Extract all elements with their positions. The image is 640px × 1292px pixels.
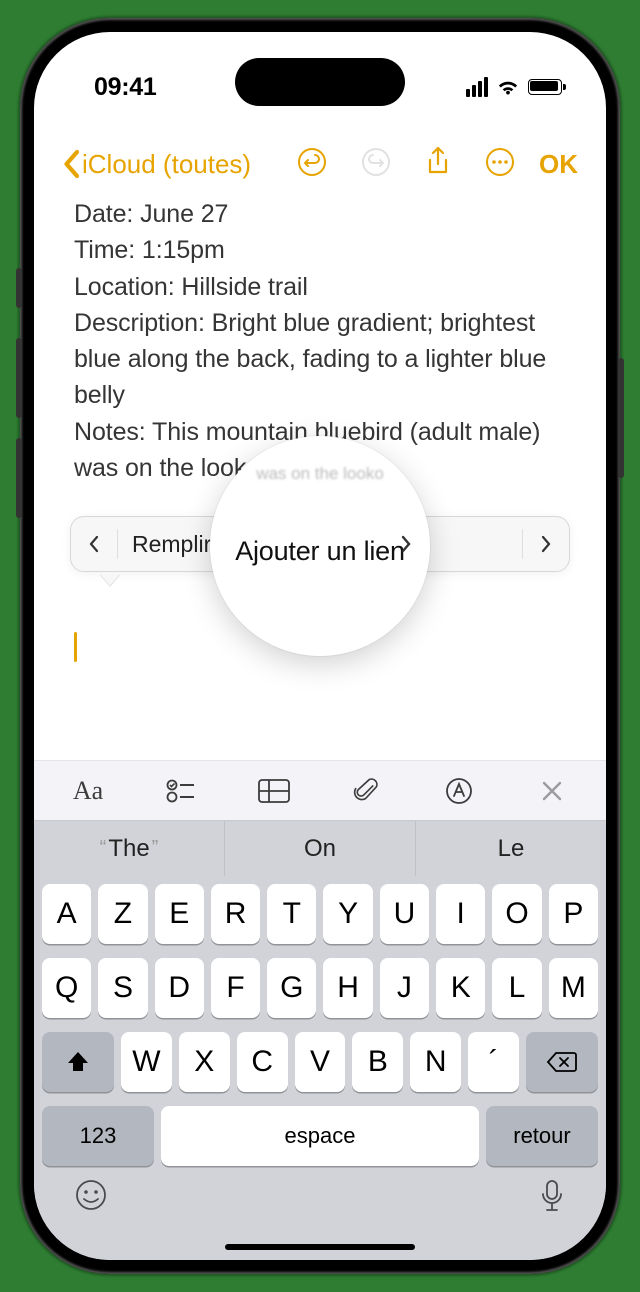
key-q[interactable]: Q (42, 958, 91, 1018)
close-icon (540, 779, 564, 803)
markup-button[interactable] (439, 777, 479, 805)
key-i[interactable]: I (436, 884, 485, 944)
checklist-button[interactable] (161, 778, 201, 804)
chevron-right-icon (400, 533, 412, 559)
note-line: Date: June 27 (74, 196, 566, 232)
magnifier: was on the looko Ajouter un lien (210, 436, 430, 656)
key-y[interactable]: Y (323, 884, 372, 944)
menu-tail (100, 574, 120, 586)
key-g[interactable]: G (267, 958, 316, 1018)
home-indicator[interactable] (225, 1244, 415, 1250)
menu-prev-button[interactable] (71, 535, 117, 553)
dynamic-island (235, 58, 405, 106)
key-a[interactable]: A (42, 884, 91, 944)
note-line: Location: Hillside trail (74, 269, 566, 305)
wifi-icon (496, 78, 520, 96)
key-r[interactable]: R (211, 884, 260, 944)
checklist-icon (166, 778, 196, 804)
screen: 09:41 iCloud (toutes) (34, 32, 606, 1260)
chevron-left-icon (62, 149, 80, 179)
emoji-button[interactable] (74, 1178, 108, 1219)
key-´[interactable]: ´ (468, 1032, 519, 1092)
suggestion-3[interactable]: Le (415, 821, 606, 876)
text-cursor (74, 632, 77, 662)
key-l[interactable]: L (492, 958, 541, 1018)
keyboard: AZERTYUIOP QSDFGHJKLM WXCVBN´ 123 espace… (34, 876, 606, 1260)
redo-button (361, 147, 391, 182)
delete-key[interactable] (526, 1032, 598, 1092)
more-button[interactable] (485, 147, 515, 182)
table-button[interactable] (254, 778, 294, 804)
undo-button[interactable] (297, 147, 327, 182)
markup-icon (445, 777, 473, 805)
phone-frame: 09:41 iCloud (toutes) (20, 18, 620, 1274)
key-h[interactable]: H (323, 958, 372, 1018)
return-key[interactable]: retour (486, 1106, 598, 1166)
status-right (466, 77, 562, 97)
format-toolbar: Aa (34, 760, 606, 820)
note-line: Time: 1:15pm (74, 232, 566, 268)
mic-icon (538, 1178, 566, 1214)
share-icon (425, 146, 451, 178)
key-c[interactable]: C (237, 1032, 288, 1092)
table-icon (257, 778, 291, 804)
cellular-icon (466, 77, 488, 97)
battery-icon (528, 79, 562, 95)
paperclip-icon (353, 776, 379, 806)
chevron-left-icon (88, 535, 100, 553)
note-line: Description: Bright blue gradient; brigh… (74, 305, 566, 414)
key-s[interactable]: S (98, 958, 147, 1018)
share-button[interactable] (425, 146, 451, 183)
emoji-icon (74, 1178, 108, 1212)
key-n[interactable]: N (410, 1032, 461, 1092)
key-d[interactable]: D (155, 958, 204, 1018)
text-format-button[interactable]: Aa (68, 776, 108, 806)
numbers-key[interactable]: 123 (42, 1106, 154, 1166)
magnifier-main-text: Ajouter un lien (235, 536, 405, 567)
suggestion-1[interactable]: The (34, 821, 224, 876)
key-k[interactable]: K (436, 958, 485, 1018)
nav-bar: iCloud (toutes) OK (34, 132, 606, 196)
chevron-right-icon (540, 535, 552, 553)
key-x[interactable]: X (179, 1032, 230, 1092)
space-key[interactable]: espace (161, 1106, 479, 1166)
delete-icon (546, 1050, 578, 1074)
key-u[interactable]: U (380, 884, 429, 944)
back-button[interactable]: iCloud (toutes) (62, 149, 251, 180)
power-button (618, 358, 624, 478)
volume-down-button (16, 438, 22, 518)
more-icon (485, 147, 515, 177)
status-time: 09:41 (94, 73, 156, 102)
attach-button[interactable] (346, 776, 386, 806)
suggestion-bar: The On Le (34, 820, 606, 876)
key-p[interactable]: P (549, 884, 598, 944)
done-button[interactable]: OK (539, 149, 578, 180)
dictation-button[interactable] (538, 1178, 566, 1219)
suggestion-2[interactable]: On (224, 821, 415, 876)
key-b[interactable]: B (352, 1032, 403, 1092)
key-f[interactable]: F (211, 958, 260, 1018)
volume-up-button (16, 338, 22, 418)
side-button (16, 268, 22, 308)
key-m[interactable]: M (549, 958, 598, 1018)
key-e[interactable]: E (155, 884, 204, 944)
back-label: iCloud (toutes) (82, 149, 251, 180)
key-z[interactable]: Z (98, 884, 147, 944)
key-j[interactable]: J (380, 958, 429, 1018)
shift-icon (65, 1049, 91, 1075)
key-t[interactable]: T (267, 884, 316, 944)
key-w[interactable]: W (121, 1032, 172, 1092)
shift-key[interactable] (42, 1032, 114, 1092)
key-o[interactable]: O (492, 884, 541, 944)
key-v[interactable]: V (295, 1032, 346, 1092)
menu-next-button[interactable] (523, 535, 569, 553)
undo-icon (297, 147, 327, 177)
redo-icon (361, 147, 391, 177)
close-toolbar-button[interactable] (532, 779, 572, 803)
magnifier-blur-text: was on the looko (256, 464, 384, 484)
